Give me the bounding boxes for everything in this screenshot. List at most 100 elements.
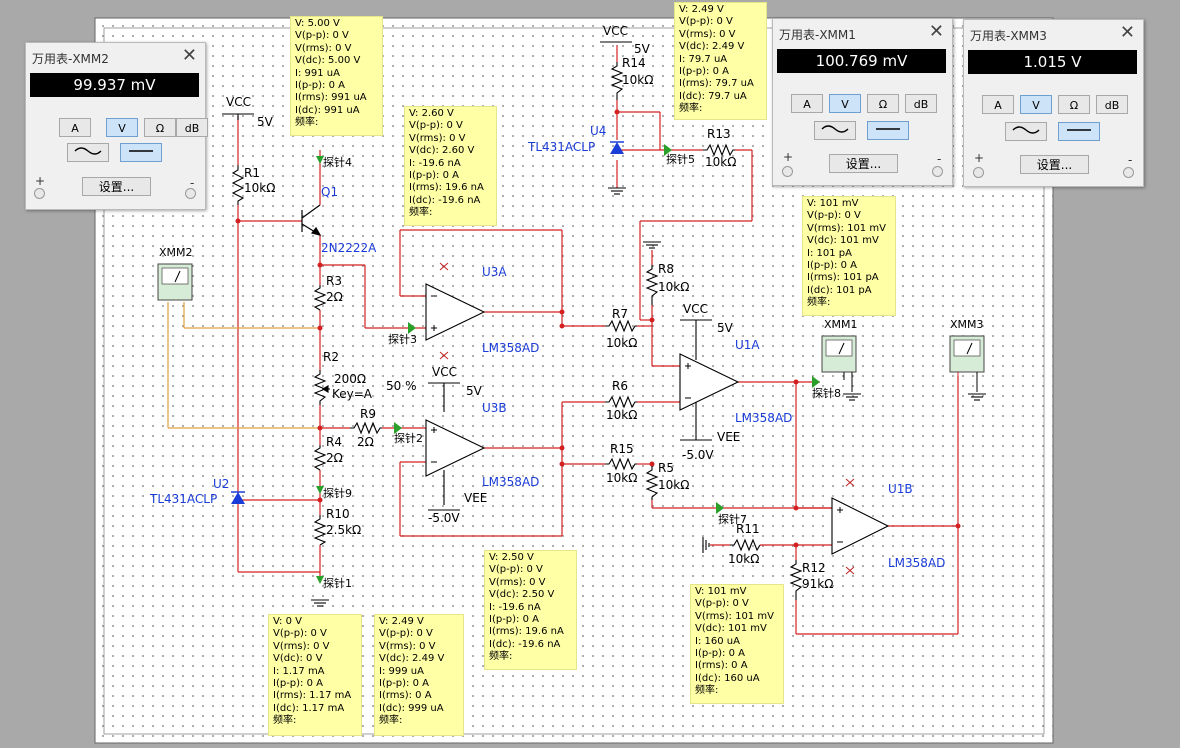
probe5-label[interactable]: 探针5 (666, 154, 695, 165)
plus-terminal[interactable] (973, 167, 984, 178)
vcc-label-3: VCC (432, 365, 457, 379)
r5-value: 10kΩ (658, 478, 690, 492)
dc-mode-button[interactable] (1058, 122, 1100, 141)
u3b-model: LM358AD (482, 475, 540, 489)
ac-wave-icon (74, 147, 102, 155)
r5-ref: R5 (658, 461, 674, 475)
vee-label-1: VEE (464, 491, 488, 505)
close-icon[interactable]: ✕ (929, 21, 944, 42)
r2-key: Key=A (332, 387, 373, 401)
xmm2-panel[interactable]: 万用表-XMM2 ✕ 99.937 mV A V Ω dB 设置... + - (25, 42, 208, 210)
minus-terminal-label: - (937, 152, 942, 166)
r8-symbol (645, 265, 659, 305)
dc-mode-button[interactable] (867, 121, 909, 140)
r6-value: 10kΩ (606, 408, 638, 422)
probe2-label[interactable]: 探针2 (394, 433, 423, 444)
ac-mode-button[interactable] (814, 121, 856, 140)
probe4-label[interactable]: 探针4 (323, 157, 352, 168)
settings-button[interactable]: 设置... (829, 154, 898, 173)
xmm1-icon[interactable] (821, 335, 857, 392)
probe8-label[interactable]: 探针8 (812, 388, 841, 399)
u1a-model: LM358AD (735, 411, 793, 425)
r13-value: 10kΩ (705, 155, 737, 169)
r4-ref: R4 (326, 435, 342, 449)
minus-terminal[interactable] (932, 166, 943, 177)
r9-ref: R9 (360, 407, 376, 421)
minus-terminal[interactable] (185, 188, 196, 199)
u2-symbol (231, 491, 245, 504)
dc-mode-button[interactable] (120, 143, 162, 162)
r13-symbol (703, 143, 735, 157)
probe7-label[interactable]: 探针7 (718, 514, 747, 525)
ammeter-button[interactable]: A (982, 95, 1014, 114)
plus-terminal[interactable] (34, 188, 45, 199)
xmm3-panel[interactable]: 万用表-XMM3 ✕ 1.015 V A V Ω dB 设置... + - (963, 19, 1144, 187)
dc-line-icon (1067, 129, 1091, 131)
u1b-symbol (831, 497, 890, 555)
probe9-label[interactable]: 探针9 (323, 488, 352, 499)
plus-terminal[interactable] (782, 166, 793, 177)
r10-ref: R10 (326, 507, 350, 521)
ac-mode-button[interactable] (67, 143, 109, 162)
r7-value: 10kΩ (606, 336, 638, 350)
r3-value: 2Ω (326, 290, 343, 304)
settings-button[interactable]: 设置... (1020, 155, 1089, 174)
minus-terminal[interactable] (1123, 167, 1134, 178)
r4-symbol (313, 445, 327, 471)
xmm2-label: XMM2 (159, 246, 193, 259)
ac-wave-icon (821, 125, 849, 133)
ohmmeter-button[interactable]: Ω (867, 94, 899, 113)
r5-symbol (645, 466, 659, 500)
xmm1-panel[interactable]: 万用表-XMM1 ✕ 100.769 mV A V Ω dB 设置... + - (772, 18, 953, 186)
vcc-label-2: VCC (603, 24, 628, 38)
probe3-label[interactable]: 探针3 (388, 334, 417, 345)
decibel-button[interactable]: dB (905, 94, 937, 113)
u4-model: TL431ACLP (528, 140, 596, 154)
voltmeter-button[interactable]: V (829, 94, 861, 113)
probe1-tooltip: V: 0 V V(p-p): 0 V V(rms): 0 V V(dc): 0 V I:… (268, 614, 362, 736)
dc-line-icon (129, 150, 153, 152)
r13-ref: R13 (707, 127, 731, 141)
v5-label-2: 5V (634, 42, 650, 56)
r12-ref: R12 (802, 561, 826, 575)
close-icon[interactable]: ✕ (182, 45, 197, 66)
probe9-tooltip: V: 2.49 V V(p-p): 0 V V(rms): 0 V V(dc): 2.… (374, 614, 464, 736)
decibel-button[interactable]: dB (176, 118, 208, 137)
u3b-symbol (425, 419, 486, 477)
close-icon[interactable]: ✕ (1120, 22, 1135, 43)
v5-label-3: 5V (466, 384, 482, 398)
r10-value: 2.5kΩ (326, 523, 362, 537)
r14-symbol (610, 62, 624, 100)
vcc-label-4: VCC (683, 302, 708, 316)
r14-ref: R14 (622, 56, 646, 70)
q1-model: 2N2222A (321, 241, 377, 255)
r15-ref: R15 (610, 442, 634, 456)
xmm2-icon[interactable] (157, 263, 193, 301)
decibel-button[interactable]: dB (1096, 95, 1128, 114)
r2-percent: 50 % (386, 379, 417, 393)
probe1-label[interactable]: 探针1 (323, 578, 352, 589)
r7-ref: R7 (612, 307, 628, 321)
settings-button[interactable]: 设置... (82, 177, 151, 196)
q1-ref: Q1 (321, 185, 339, 199)
u1b-model: LM358AD (888, 556, 946, 570)
ammeter-button[interactable]: A (791, 94, 823, 113)
ac-mode-button[interactable] (1005, 122, 1047, 141)
probe4-tooltip: V: 5.00 V V(p-p): 0 V V(rms): 0 V V(dc): 5.… (290, 16, 383, 136)
u3a-ref: U3A (482, 265, 507, 279)
xmm1-label: XMM1 (824, 318, 858, 331)
r14-value: 10kΩ (622, 73, 654, 87)
ohmmeter-button[interactable]: Ω (1058, 95, 1090, 114)
r8-ref: R8 (658, 262, 674, 276)
ammeter-button[interactable]: A (59, 118, 91, 137)
u2-model: TL431ACLP (150, 492, 218, 506)
ohmmeter-button[interactable]: Ω (144, 118, 176, 137)
xmm3-icon[interactable] (949, 335, 985, 392)
voltmeter-button[interactable]: V (106, 118, 138, 137)
u1b-ref: U1B (888, 482, 913, 496)
voltmeter-button[interactable]: V (1020, 95, 1052, 114)
xmm3-display: 1.015 V (968, 50, 1137, 74)
r9-symbol (350, 421, 382, 435)
plus-terminal-label: + (35, 174, 46, 188)
r2-ref: R2 (323, 350, 339, 364)
